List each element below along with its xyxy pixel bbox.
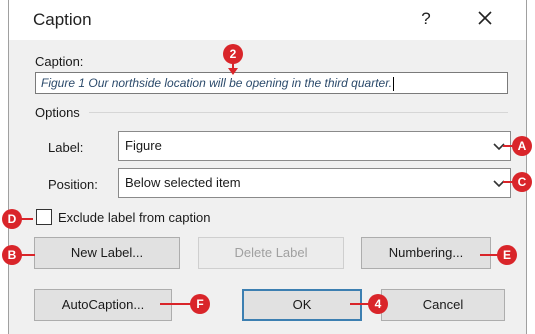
dialog-title: Caption [33,10,92,29]
position-field-label: Position: [48,177,98,192]
callout-b: B [2,245,22,265]
close-button[interactable] [469,4,501,34]
new-label-button[interactable]: New Label... [34,237,180,269]
callout-c-arrow [503,181,513,183]
callout-4: 4 [368,294,388,314]
callout-c: C [512,172,532,192]
callout-f-arrow [160,303,191,305]
text-caret [393,76,395,91]
caption-dialog: Caption ? Caption: Figure 1 Our northsid… [8,0,527,334]
chevron-down-icon[interactable] [489,170,509,196]
label-dropdown-value: Figure [125,138,162,153]
help-button[interactable]: ? [411,4,441,34]
numbering-button[interactable]: Numbering... [361,237,491,269]
caption-input[interactable]: Figure 1 Our northside location will be … [35,72,508,94]
callout-2-arrowhead [228,68,238,75]
options-divider [89,112,508,113]
callout-a: A [512,136,532,156]
position-dropdown-value: Below selected item [125,175,241,190]
ok-button[interactable]: OK [242,289,362,321]
callout-e-arrow [480,254,498,256]
caption-input-value: Figure 1 Our northside location will be … [41,76,393,90]
caption-field-label: Caption: [35,54,84,69]
options-group-label: Options [35,105,80,120]
callout-2: 2 [223,44,243,64]
label-dropdown[interactable]: Figure [118,131,511,161]
exclude-label-text: Exclude label from caption [58,210,211,225]
delete-label-button[interactable]: Delete Label [198,237,344,269]
close-icon [478,11,492,25]
position-dropdown[interactable]: Below selected item [118,168,511,198]
cancel-button[interactable]: Cancel [381,289,505,321]
exclude-label-checkbox[interactable] [36,209,52,225]
title-bar: Caption ? [9,0,526,40]
label-field-label: Label: [48,140,84,155]
callout-e: E [497,245,517,265]
callout-d: D [2,209,22,229]
callout-4-arrow [350,303,369,305]
callout-b-arrow [21,254,35,256]
callout-a-arrow [503,145,513,147]
callout-f: F [190,294,210,314]
autocaption-button[interactable]: AutoCaption... [34,289,172,321]
callout-d-arrow [21,218,33,220]
